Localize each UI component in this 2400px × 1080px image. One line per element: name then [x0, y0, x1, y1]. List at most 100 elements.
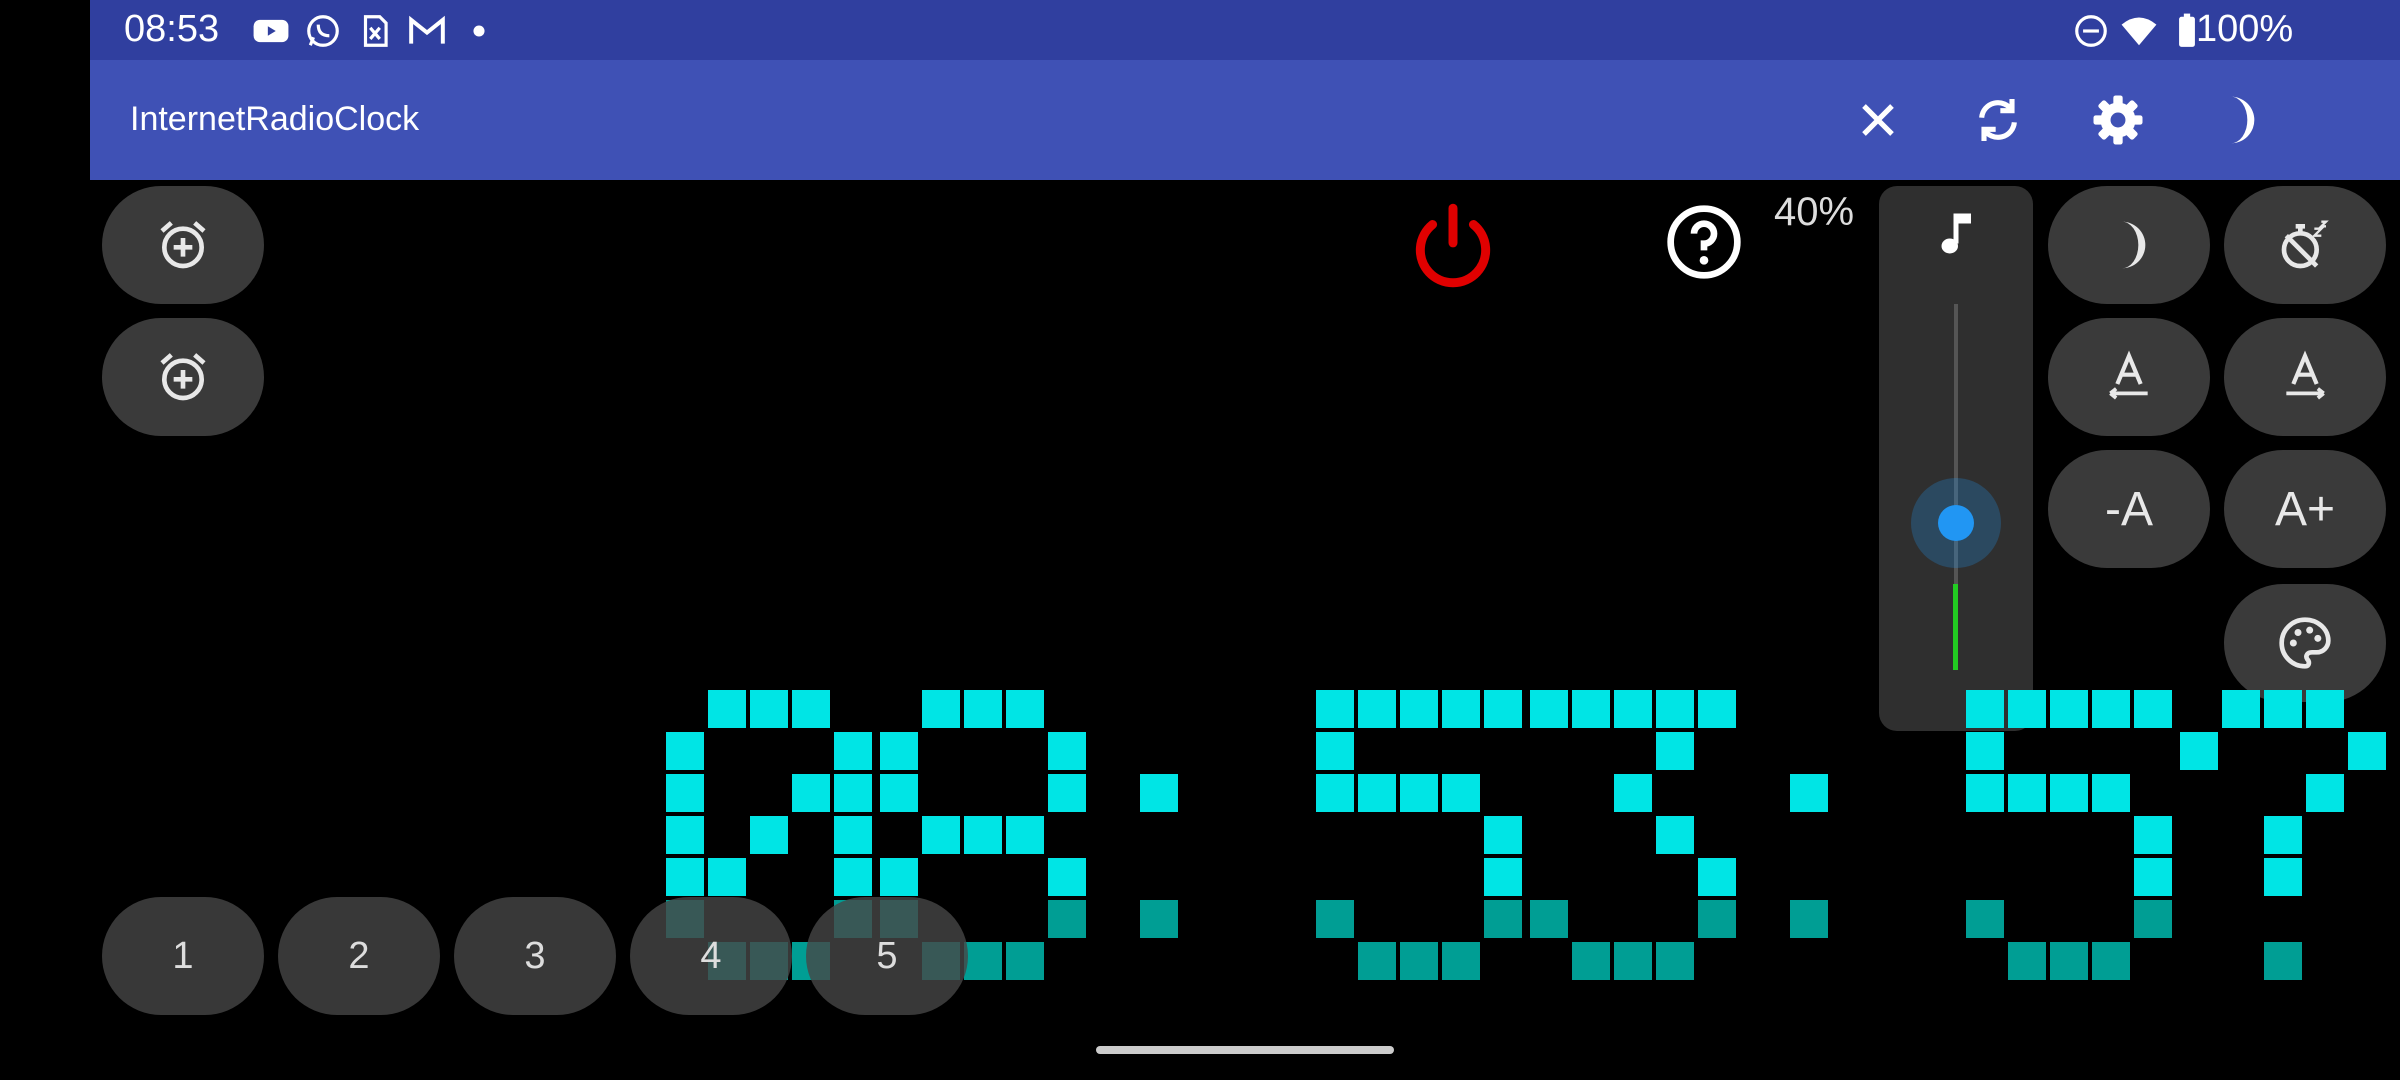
led-pixel [1484, 900, 1522, 938]
led-pixel [880, 732, 918, 770]
led-pixel [1316, 774, 1354, 812]
led-pixel [666, 816, 704, 854]
led-pixel [2008, 774, 2046, 812]
led-pixel [834, 732, 872, 770]
led-pixel [1790, 774, 1828, 812]
led-pixel [1966, 732, 2004, 770]
station-button-1[interactable]: 1 [102, 897, 264, 1015]
led-pixel [2050, 942, 2088, 980]
led-pixel [2348, 732, 2386, 770]
led-pixel [1442, 774, 1480, 812]
led-pixel [1698, 858, 1736, 896]
station-button-2[interactable]: 2 [278, 897, 440, 1015]
led-pixel [2134, 900, 2172, 938]
led-pixel [1358, 774, 1396, 812]
led-pixel [1614, 942, 1652, 980]
led-pixel [880, 858, 918, 896]
led-pixel [2264, 690, 2302, 728]
led-pixel [2008, 942, 2046, 980]
led-pixel [1656, 816, 1694, 854]
led-pixel [2264, 942, 2302, 980]
led-pixel [1442, 690, 1480, 728]
station-label: 1 [172, 934, 194, 977]
led-pixel [1966, 900, 2004, 938]
led-pixel [922, 816, 960, 854]
led-pixel [792, 690, 830, 728]
led-pixel [964, 816, 1002, 854]
led-pixel [1656, 942, 1694, 980]
led-pixel [2092, 690, 2130, 728]
led-pixel [1966, 774, 2004, 812]
led-pixel [1484, 690, 1522, 728]
led-pixel [1358, 942, 1396, 980]
led-pixel [1400, 942, 1438, 980]
led-pixel [1530, 900, 1568, 938]
led-pixel [1048, 858, 1086, 896]
station-button-3[interactable]: 3 [454, 897, 616, 1015]
home-indicator [1096, 1046, 1394, 1054]
led-pixel [1006, 816, 1044, 854]
led-pixel [2050, 774, 2088, 812]
led-pixel [1140, 774, 1178, 812]
led-pixel [834, 858, 872, 896]
led-pixel [1316, 732, 1354, 770]
led-pixel [1048, 774, 1086, 812]
led-pixel [666, 858, 704, 896]
led-pixel [2306, 774, 2344, 812]
led-pixel [834, 816, 872, 854]
led-pixel [750, 816, 788, 854]
led-pixel [1572, 690, 1610, 728]
led-pixel [2008, 690, 2046, 728]
led-pixel [1572, 942, 1610, 980]
led-pixel [1656, 690, 1694, 728]
led-pixel [1400, 690, 1438, 728]
led-pixel [2092, 774, 2130, 812]
led-pixel [2180, 732, 2218, 770]
led-pixel [1966, 690, 2004, 728]
led-pixel [1614, 774, 1652, 812]
led-pixel [922, 690, 960, 728]
station-button-5[interactable]: 5 [806, 897, 968, 1015]
led-pixel [1048, 732, 1086, 770]
led-pixel [2222, 690, 2260, 728]
led-pixel [1484, 858, 1522, 896]
led-pixel [708, 858, 746, 896]
led-pixel [1614, 690, 1652, 728]
led-pixel [1656, 732, 1694, 770]
station-label: 5 [876, 934, 898, 977]
led-pixel [834, 774, 872, 812]
station-button-4[interactable]: 4 [630, 897, 792, 1015]
led-pixel [1316, 900, 1354, 938]
led-pixel [2306, 690, 2344, 728]
led-pixel [2134, 858, 2172, 896]
led-pixel [1006, 942, 1044, 980]
led-pixel [1316, 690, 1354, 728]
led-pixel [2134, 690, 2172, 728]
led-pixel [880, 774, 918, 812]
led-pixel [1048, 900, 1086, 938]
led-pixel [2264, 816, 2302, 854]
led-pixel [964, 942, 1002, 980]
led-pixel [2134, 816, 2172, 854]
led-pixel [1790, 900, 1828, 938]
led-pixel [1400, 774, 1438, 812]
led-pixel [2050, 690, 2088, 728]
led-pixel [1698, 900, 1736, 938]
led-pixel [1358, 690, 1396, 728]
led-pixel [1698, 690, 1736, 728]
led-pixel [2092, 942, 2130, 980]
led-pixel [1484, 816, 1522, 854]
led-pixel [964, 690, 1002, 728]
led-pixel [666, 774, 704, 812]
led-pixel [792, 774, 830, 812]
led-pixel [750, 690, 788, 728]
station-label: 2 [348, 934, 370, 977]
led-pixel [1006, 690, 1044, 728]
led-pixel [2264, 858, 2302, 896]
led-pixel [708, 690, 746, 728]
led-pixel [1530, 690, 1568, 728]
led-pixel [666, 732, 704, 770]
station-label: 3 [524, 934, 546, 977]
station-label: 4 [700, 934, 722, 977]
led-pixel [1442, 942, 1480, 980]
